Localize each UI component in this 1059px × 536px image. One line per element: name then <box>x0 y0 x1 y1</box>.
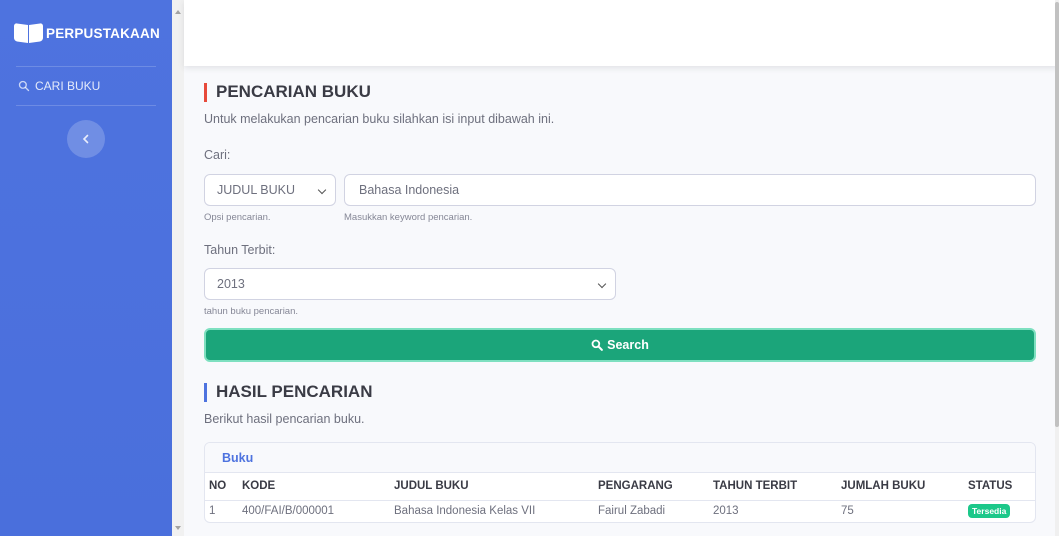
results-title-text: HASIL PENCARIAN <box>216 382 373 401</box>
results-card: Buku NO KODE JUDUL BUKU PENGARANG TAHUN … <box>204 442 1036 523</box>
col-judul: JUDUL BUKU <box>390 473 594 501</box>
search-option-select[interactable]: JUDUL BUKU <box>204 174 336 206</box>
cari-label: Cari: <box>204 148 231 162</box>
results-description: Berikut hasil pencarian buku. <box>204 412 365 426</box>
status-badge: Tersedia <box>968 504 1011 519</box>
cell-jumlah: 75 <box>841 505 854 518</box>
results-section-title: HASIL PENCARIAN <box>204 380 1036 404</box>
year-help: tahun buku pencarian. <box>204 306 299 317</box>
cell-tahun: 2013 <box>713 505 739 518</box>
search-section-title: PENCARIAN BUKU <box>204 80 1036 104</box>
col-kode: KODE <box>238 473 390 501</box>
book-icon <box>14 22 44 44</box>
col-tahun: TAHUN TERBIT <box>709 473 837 501</box>
year-value: 2013 <box>217 277 245 291</box>
page-scrollbar[interactable] <box>1055 0 1059 536</box>
title-accent-bar <box>204 382 207 402</box>
col-status: STATUS <box>964 473 1035 501</box>
search-icon <box>18 80 30 92</box>
col-jumlah: JUMLAH BUKU <box>837 473 964 501</box>
search-button-label: Search <box>607 338 649 352</box>
option-help: Opsi pencarian. <box>204 212 271 223</box>
chevron-down-icon <box>597 279 607 289</box>
table-row: 1 400/FAI/B/000001 Bahasa Indonesia Kela… <box>205 500 1035 522</box>
cell-kode: 400/FAI/B/000001 <box>242 505 335 518</box>
search-button[interactable]: Search <box>204 328 1036 362</box>
search-icon <box>591 339 603 351</box>
chevron-down-icon <box>317 185 327 195</box>
topbar <box>184 0 1059 66</box>
year-label: Tahun Terbit: <box>204 243 276 257</box>
sidebar: PERPUSTAKAAN CARI BUKU <box>0 0 172 536</box>
card-header: Buku <box>205 443 1035 473</box>
col-no: NO <box>205 473 238 501</box>
col-pengarang: PENGARANG <box>594 473 709 501</box>
keyword-value: Bahasa Indonesia <box>359 183 460 197</box>
scroll-down-icon[interactable] <box>175 526 181 530</box>
sidebar-scrollbar[interactable] <box>172 0 184 536</box>
cell-no: 1 <box>209 505 216 518</box>
brand-text: PERPUSTAKAAN <box>46 25 160 41</box>
sidebar-item-cari-buku[interactable]: CARI BUKU <box>0 67 172 105</box>
results-table: NO KODE JUDUL BUKU PENGARANG TAHUN TERBI… <box>205 473 1035 522</box>
cell-pengarang: Fairul Zabadi <box>598 505 666 518</box>
year-select[interactable]: 2013 <box>204 268 616 300</box>
brand[interactable]: PERPUSTAKAAN <box>0 0 172 66</box>
search-option-value: JUDUL BUKU <box>217 183 296 197</box>
scroll-up-icon[interactable] <box>175 10 181 14</box>
table-header-row: NO KODE JUDUL BUKU PENGARANG TAHUN TERBI… <box>205 473 1035 501</box>
chevron-left-icon <box>82 134 89 144</box>
cell-status: Tersedia <box>964 500 1035 522</box>
sidebar-toggle-button[interactable] <box>67 120 105 158</box>
search-title-text: PENCARIAN BUKU <box>216 82 371 101</box>
main-content: PENCARIAN BUKU Untuk melakukan pencarian… <box>204 80 1036 523</box>
keyword-input[interactable]: Bahasa Indonesia <box>344 174 1036 206</box>
search-description: Untuk melakukan pencarian buku silahkan … <box>204 112 555 126</box>
sidebar-item-label: CARI BUKU <box>35 79 101 93</box>
title-accent-bar <box>204 82 207 102</box>
keyword-help: Masukkan keyword pencarian. <box>344 212 473 223</box>
sidebar-divider <box>16 105 156 106</box>
scrollbar-thumb[interactable] <box>1055 2 1059 427</box>
cell-judul: Bahasa Indonesia Kelas VII <box>394 505 536 518</box>
